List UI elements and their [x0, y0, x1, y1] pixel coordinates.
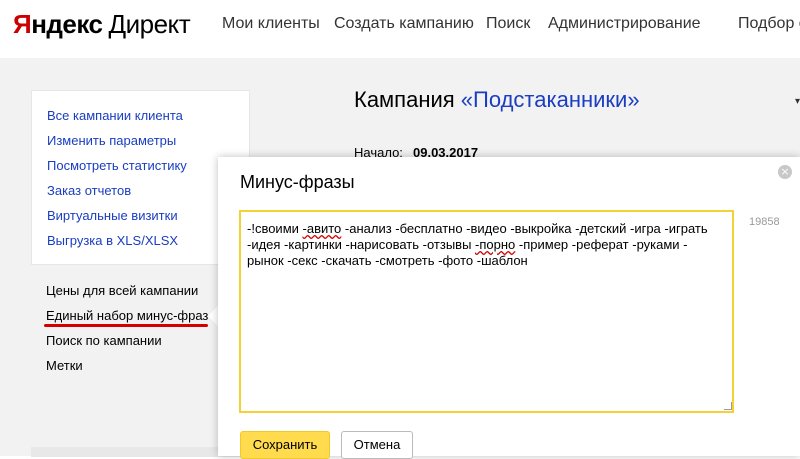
highlight-underline	[44, 324, 208, 327]
negative-keywords-textarea[interactable]: -!своими -авито -анализ -бесплатно -виде…	[239, 210, 734, 413]
sidebar-item-all-campaigns[interactable]: Все кампании клиента	[47, 108, 183, 123]
page-title: Кампания «Подстаканники»	[354, 87, 640, 113]
misspelled-word: -порно	[475, 237, 516, 252]
save-button[interactable]: Сохранить	[240, 431, 330, 459]
sidebar-item-negative-keywords[interactable]: Единый набор минус-фраз	[46, 308, 208, 323]
textarea-line-3: рынок -секс -скачать -смотреть -фото -ша…	[247, 253, 528, 268]
sidebar-item-export-xls[interactable]: Выгрузка в XLS/XLSX	[47, 233, 178, 248]
page-title-prefix: Кампания	[354, 87, 461, 112]
resize-grip-icon[interactable]	[724, 402, 732, 410]
popup-title: Минус-фразы	[240, 172, 355, 192]
sidebar-item-tags[interactable]: Метки	[46, 358, 83, 373]
logo-ndeks: ндекс	[31, 9, 103, 39]
textarea-line-1: -!своими -авито -анализ -бесплатно -виде…	[247, 221, 726, 237]
logo-ya: Я	[13, 9, 32, 39]
text-fragment: -!своими	[247, 221, 303, 236]
nav-wordstat[interactable]: Подбор с	[738, 15, 800, 33]
sidebar-item-campaign-search[interactable]: Поиск по кампании	[46, 333, 162, 348]
textarea-line-2: -идея -картинки -нарисовать -отзывы -пор…	[247, 237, 726, 253]
character-counter: 19858	[749, 216, 780, 228]
text-fragment: -анализ -бесплатно -видео -выкройка -дет…	[341, 221, 708, 236]
sidebar-item-prices[interactable]: Цены для всей кампании	[46, 283, 198, 298]
top-bar: Яндекс Директ Мои клиенты Создать кампани…	[0, 0, 800, 58]
nav-my-clients[interactable]: Мои клиенты	[222, 15, 320, 33]
chevron-down-icon[interactable]: ▾	[795, 96, 800, 107]
nav-create-campaign[interactable]: Создать кампанию	[334, 15, 474, 33]
sidebar-item-edit-params[interactable]: Изменить параметры	[47, 133, 176, 148]
cancel-button[interactable]: Отмена	[341, 431, 413, 459]
sidebar-item-statistics[interactable]: Посмотреть статистику	[47, 158, 187, 173]
logo-direct: Директ	[108, 9, 191, 39]
text-fragment: -идея -картинки -нарисовать -отзывы	[247, 237, 476, 252]
sidebar-item-reports[interactable]: Заказ отчетов	[47, 183, 131, 198]
text-fragment: -пример -реферат -руками -	[515, 237, 688, 252]
misspelled-word: -авито	[302, 221, 342, 236]
sidebar-item-vcards[interactable]: Виртуальные визитки	[47, 208, 178, 223]
nav-search[interactable]: Поиск	[486, 15, 530, 33]
campaign-name-link[interactable]: «Подстаканники»	[461, 87, 640, 112]
nav-administration[interactable]: Администрирование	[548, 15, 701, 33]
yandex-direct-logo[interactable]: Яндекс Директ	[13, 9, 191, 40]
close-icon[interactable]: ×	[778, 165, 792, 179]
negative-keywords-popup: Минус-фразы × -!своими -авито -анализ -б…	[218, 157, 800, 459]
